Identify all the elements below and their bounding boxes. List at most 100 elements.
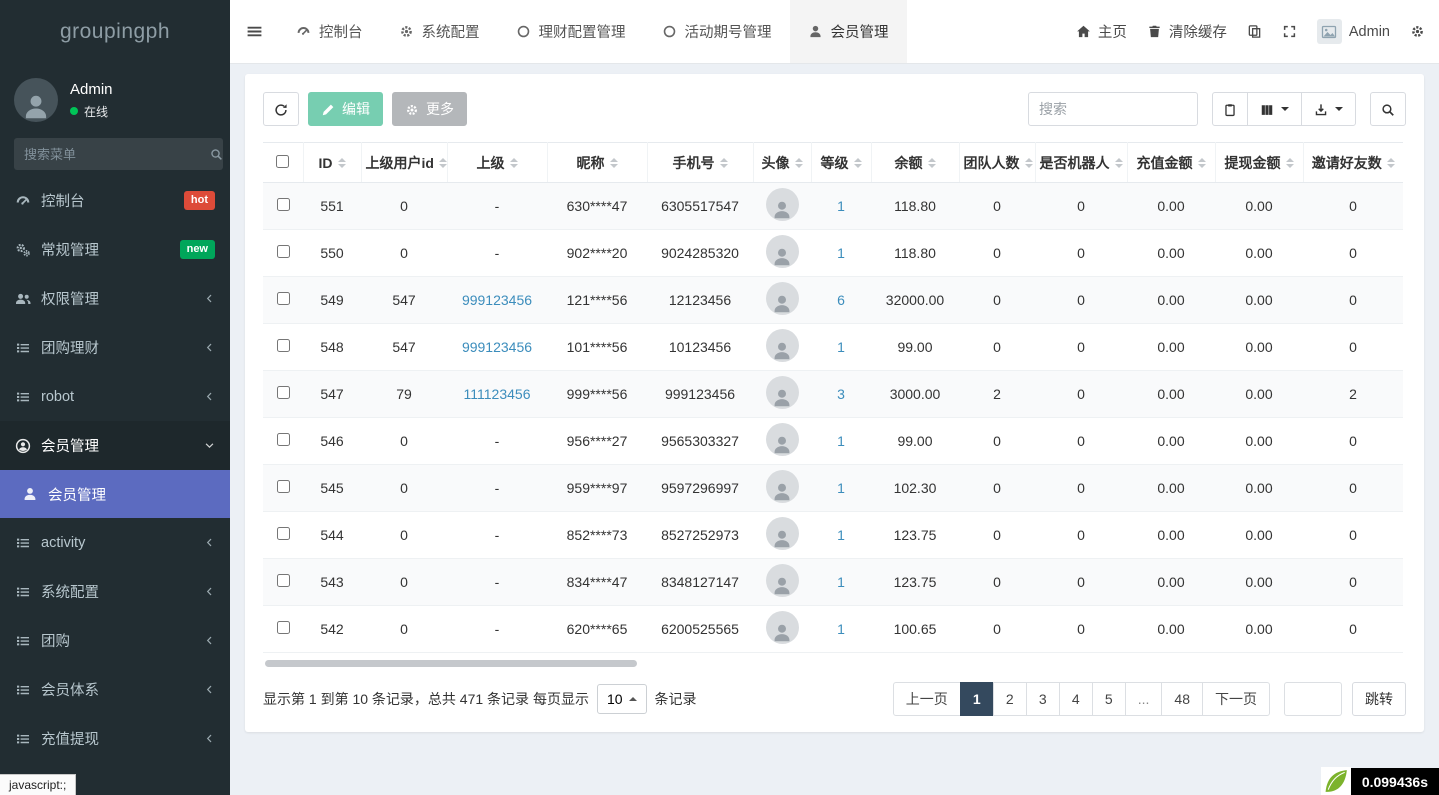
jump-page-input[interactable] [1284, 682, 1342, 716]
sort-icon[interactable] [1198, 158, 1206, 168]
advanced-search-button[interactable] [1370, 92, 1406, 126]
paste-button[interactable] [1212, 92, 1248, 126]
level-link[interactable]: 1 [837, 198, 845, 214]
horizontal-scrollbar-thumb[interactable] [265, 660, 637, 667]
sidebar-item[interactable]: 常规管理new [0, 225, 230, 274]
row-checkbox[interactable] [277, 574, 290, 587]
column-header[interactable]: 上级 [447, 143, 547, 183]
level-link[interactable]: 1 [837, 527, 845, 543]
row-checkbox[interactable] [277, 386, 290, 399]
row-checkbox[interactable] [277, 433, 290, 446]
sidebar-item[interactable]: 充值提现 [0, 714, 230, 763]
sort-icon[interactable] [795, 158, 803, 168]
topbar-tab[interactable]: 系统配置 [381, 0, 498, 63]
select-all-checkbox[interactable] [276, 155, 289, 168]
sort-icon[interactable] [854, 158, 862, 168]
parent-link[interactable]: 111123456 [464, 386, 531, 402]
trace-logo-icon[interactable] [1321, 767, 1351, 795]
pagination-page[interactable]: 48 [1161, 682, 1203, 716]
settings-button[interactable] [1410, 24, 1425, 40]
sidebar-item[interactable]: 系统配置 [0, 567, 230, 616]
home-button[interactable]: 主页 [1076, 21, 1127, 42]
fullscreen-button[interactable] [1282, 24, 1297, 40]
refresh-button[interactable] [263, 92, 299, 126]
column-header[interactable]: 余额 [871, 143, 959, 183]
pagination-page[interactable]: 3 [1026, 682, 1060, 716]
column-header[interactable]: 头像 [753, 143, 811, 183]
brand-logo[interactable]: groupingph [0, 0, 230, 64]
row-checkbox[interactable] [277, 292, 290, 305]
export-button[interactable] [1301, 92, 1356, 126]
column-header[interactable]: 提现金额 [1215, 143, 1303, 183]
pagination-page[interactable]: 4 [1059, 682, 1093, 716]
sidebar-search-button[interactable] [210, 138, 223, 170]
pagination-page[interactable]: 1 [960, 682, 994, 716]
sort-icon[interactable] [1025, 158, 1033, 168]
topbar-tab[interactable]: 会员管理 [790, 0, 907, 63]
sidebar-item[interactable]: 团购 [0, 616, 230, 665]
level-link[interactable]: 6 [837, 292, 845, 308]
column-header[interactable]: 手机号 [647, 143, 753, 183]
sidebar-item[interactable]: 控制台hot [0, 176, 230, 225]
pagination-next[interactable]: 下一页 [1202, 682, 1270, 716]
edit-button[interactable]: 编辑 [308, 92, 383, 126]
column-header[interactable]: ID [303, 143, 361, 183]
file-button[interactable] [1247, 24, 1262, 40]
column-header[interactable]: 是否机器人 [1035, 143, 1127, 183]
row-checkbox[interactable] [277, 480, 290, 493]
topbar-tab[interactable]: 活动期号管理 [644, 0, 790, 63]
parent-link[interactable]: 999123456 [462, 292, 532, 308]
topbar-tab[interactable]: 控制台 [278, 0, 381, 63]
level-link[interactable]: 1 [837, 245, 845, 261]
level-link[interactable]: 1 [837, 574, 845, 590]
parent-link[interactable]: 999123456 [462, 339, 532, 355]
sort-icon[interactable] [928, 158, 936, 168]
level-link[interactable]: 1 [837, 339, 845, 355]
clear-cache-button[interactable]: 清除缓存 [1147, 21, 1227, 42]
level-link[interactable]: 1 [837, 480, 845, 496]
user-menu-button[interactable]: Admin [1317, 19, 1390, 44]
sidebar-subitem[interactable]: 会员管理 [0, 470, 230, 518]
sort-icon[interactable] [1115, 158, 1123, 168]
level-link[interactable]: 1 [837, 621, 845, 637]
sidebar-item[interactable]: activity [0, 518, 230, 567]
jump-button[interactable]: 跳转 [1352, 682, 1406, 716]
column-header[interactable]: 团队人数 [959, 143, 1035, 183]
sort-icon[interactable] [1387, 158, 1395, 168]
user-icon [771, 246, 793, 268]
row-checkbox[interactable] [277, 527, 290, 540]
table-search-input[interactable] [1028, 92, 1198, 126]
row-checkbox[interactable] [277, 621, 290, 634]
pagination-page[interactable]: 5 [1092, 682, 1126, 716]
column-header[interactable]: 等级 [811, 143, 871, 183]
row-checkbox[interactable] [277, 339, 290, 352]
pagination-prev[interactable]: 上一页 [893, 682, 961, 716]
sort-icon[interactable] [610, 158, 618, 168]
topbar-tab[interactable]: 理财配置管理 [498, 0, 644, 63]
level-link[interactable]: 1 [837, 433, 845, 449]
sort-icon[interactable] [1286, 158, 1294, 168]
column-header[interactable]: 昵称 [547, 143, 647, 183]
sidebar-item[interactable]: 会员管理 [0, 421, 230, 470]
row-checkbox[interactable] [277, 198, 290, 211]
sort-icon[interactable] [720, 158, 728, 168]
sidebar-toggle-button[interactable] [230, 0, 278, 63]
sidebar-item[interactable]: robot [0, 372, 230, 421]
column-header[interactable]: 邀请好友数 [1303, 143, 1403, 183]
row-checkbox[interactable] [277, 245, 290, 258]
sidebar-search-input[interactable] [14, 138, 210, 170]
column-header[interactable]: 上级用户id [361, 143, 447, 183]
sort-icon[interactable] [439, 158, 447, 168]
page-size-select[interactable]: 10 [597, 684, 647, 714]
caret-down-icon [1281, 107, 1289, 111]
sidebar-item[interactable]: 权限管理 [0, 274, 230, 323]
pagination-page[interactable]: 2 [993, 682, 1027, 716]
sort-icon[interactable] [510, 158, 518, 168]
more-button[interactable]: 更多 [392, 92, 467, 126]
level-link[interactable]: 3 [837, 386, 845, 402]
column-header[interactable]: 充值金额 [1127, 143, 1215, 183]
columns-button[interactable] [1247, 92, 1302, 126]
sidebar-item[interactable]: 团购理财 [0, 323, 230, 372]
sidebar-item[interactable]: 会员体系 [0, 665, 230, 714]
sort-icon[interactable] [338, 158, 346, 168]
